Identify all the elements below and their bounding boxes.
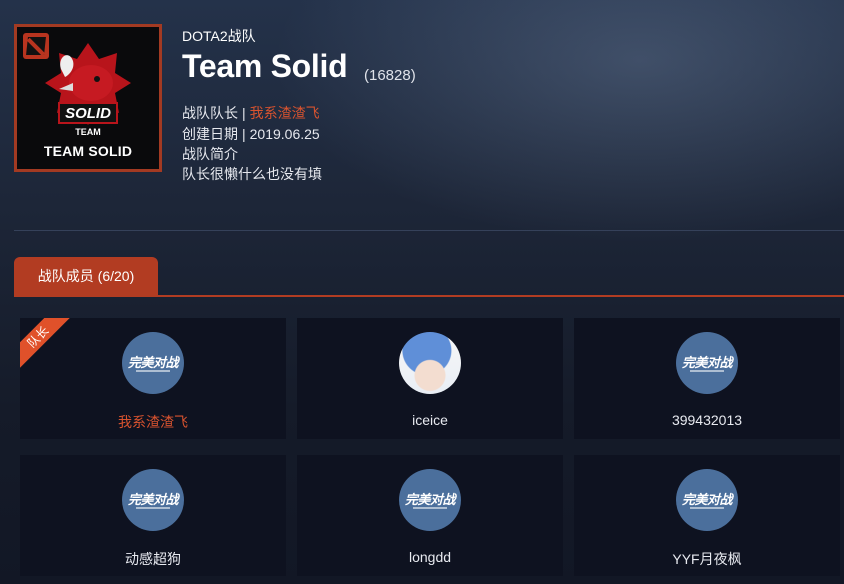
intro-text: 队长很懒什么也没有填 [182, 166, 322, 182]
captain-row: 战队队长 | 我系渣渣飞 [182, 103, 320, 123]
game-label: DOTA2战队 [182, 28, 256, 44]
team-name: Team Solid [182, 48, 348, 84]
captain-link[interactable]: 我系渣渣飞 [250, 105, 320, 121]
separator: | [242, 126, 246, 142]
created-date: 2019.06.25 [249, 126, 320, 142]
member-name[interactable]: 动感超狗 [20, 549, 286, 569]
separator: | [242, 105, 246, 121]
member-card-captain[interactable]: 队长 完美对战 我系渣渣飞 [20, 318, 286, 439]
team-logo: SOLID TEAM TEAM SOLID [14, 24, 162, 172]
member-name[interactable]: longdd [297, 549, 563, 565]
avatar: 完美对战 [676, 332, 738, 394]
logo-caption: TEAM SOLID [43, 143, 133, 159]
rhino-emblem-icon: SOLID TEAM [45, 43, 131, 137]
logo-subtext: TEAM [75, 127, 101, 137]
member-card[interactable]: 完美对战 动感超狗 [20, 455, 286, 576]
avatar-underline [136, 507, 170, 509]
created-label: 创建日期 [182, 126, 238, 142]
tab-underline [14, 295, 844, 297]
captain-label: 战队队长 [182, 105, 238, 121]
team-id: (16828) [364, 67, 416, 84]
avatar-logo-text: 完美对战 [681, 355, 733, 370]
avatar: 完美对战 [122, 469, 184, 531]
avatar-underline [136, 370, 170, 372]
captain-badge: 队长 [20, 318, 72, 371]
tab-members[interactable]: 战队成员 (6/20) [14, 257, 158, 296]
avatar-underline [413, 507, 447, 509]
avatar [399, 332, 461, 394]
avatar: 完美对战 [676, 469, 738, 531]
member-name[interactable]: 我系渣渣飞 [20, 412, 286, 432]
member-name[interactable]: YYF月夜枫 [574, 549, 840, 569]
avatar-underline [690, 370, 724, 372]
logo-text: SOLID [65, 105, 111, 122]
member-card[interactable]: 完美对战 YYF月夜枫 [574, 455, 840, 576]
avatar: 完美对战 [122, 332, 184, 394]
avatar-logo-text: 完美对战 [127, 492, 179, 507]
intro-label: 战队简介 [182, 146, 238, 162]
avatar-logo-text: 完美对战 [127, 355, 179, 370]
avatar-logo-text: 完美对战 [404, 492, 456, 507]
member-name[interactable]: iceice [297, 412, 563, 428]
member-card[interactable]: iceice [297, 318, 563, 439]
member-name[interactable]: 399432013 [574, 412, 840, 428]
created-row: 创建日期 | 2019.06.25 [182, 124, 320, 144]
member-card[interactable]: 完美对战 longdd [297, 455, 563, 576]
member-card[interactable]: 完美对战 399432013 [574, 318, 840, 439]
avatar: 完美对战 [399, 469, 461, 531]
avatar-underline [690, 507, 724, 509]
divider [14, 230, 844, 231]
avatar-logo-text: 完美对战 [681, 492, 733, 507]
